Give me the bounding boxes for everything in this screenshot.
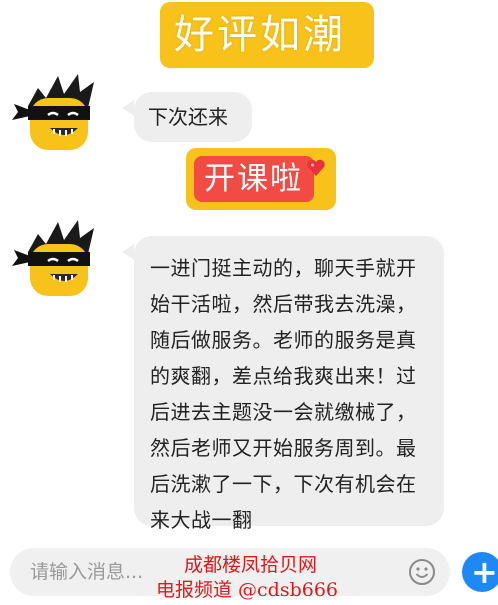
bubble-tail — [122, 100, 134, 116]
add-attachment-button[interactable]: + — [462, 552, 498, 592]
watermark-line: 成都楼凤拾贝网 — [184, 554, 318, 576]
message-text: 下次还来 — [148, 105, 228, 129]
bubble-tail — [122, 244, 134, 260]
message-line: 一进门挺主动的，聊天手就开 — [150, 256, 417, 280]
message-line: 然后老师又开始服务周到。最 — [150, 436, 417, 460]
sender-avatar-icon[interactable] — [8, 68, 108, 158]
sender-avatar-icon[interactable] — [8, 214, 108, 304]
plus-icon: + — [471, 553, 498, 591]
praise-banner-sticker: 好评如潮 — [160, 2, 374, 68]
chat-screen: 好评如潮 下次还来 开课啦 一进门挺主动的，聊天手就开 始干活啦，然后带我去洗澡… — [0, 0, 498, 605]
message-line: 来大战一翻 — [150, 508, 253, 532]
message-bubble[interactable]: 下次还来 — [134, 92, 252, 142]
watermark-line: 电报频道 @cdsb666 — [156, 579, 339, 601]
message-bubble[interactable]: 一进门挺主动的，聊天手就开 始干活啦，然后带我去洗澡， 随后做服务。老师的服务是… — [134, 236, 444, 532]
message-line: 随后做服务。老师的服务是真 — [150, 328, 417, 352]
class-open-banner-text: 开课啦 — [204, 161, 303, 197]
message-line: 始干活啦，然后带我去洗澡， — [150, 292, 417, 316]
masked-bandit-icon — [12, 74, 94, 150]
message-line: 的爽翻，差点给我爽出来！过 — [150, 364, 417, 388]
praise-banner-text: 好评如潮 — [174, 12, 346, 58]
message-line: 后洗漱了一下，下次有机会在 — [150, 472, 417, 496]
heart-icon — [307, 159, 325, 176]
class-open-banner-inner: 开课啦 — [194, 156, 314, 202]
message-input-placeholder: 请输入消息... — [30, 561, 144, 583]
masked-bandit-icon — [12, 220, 94, 296]
message-line: 后进去主题没一会就缴械了， — [150, 400, 417, 424]
smiley-face-icon[interactable] — [408, 558, 436, 586]
